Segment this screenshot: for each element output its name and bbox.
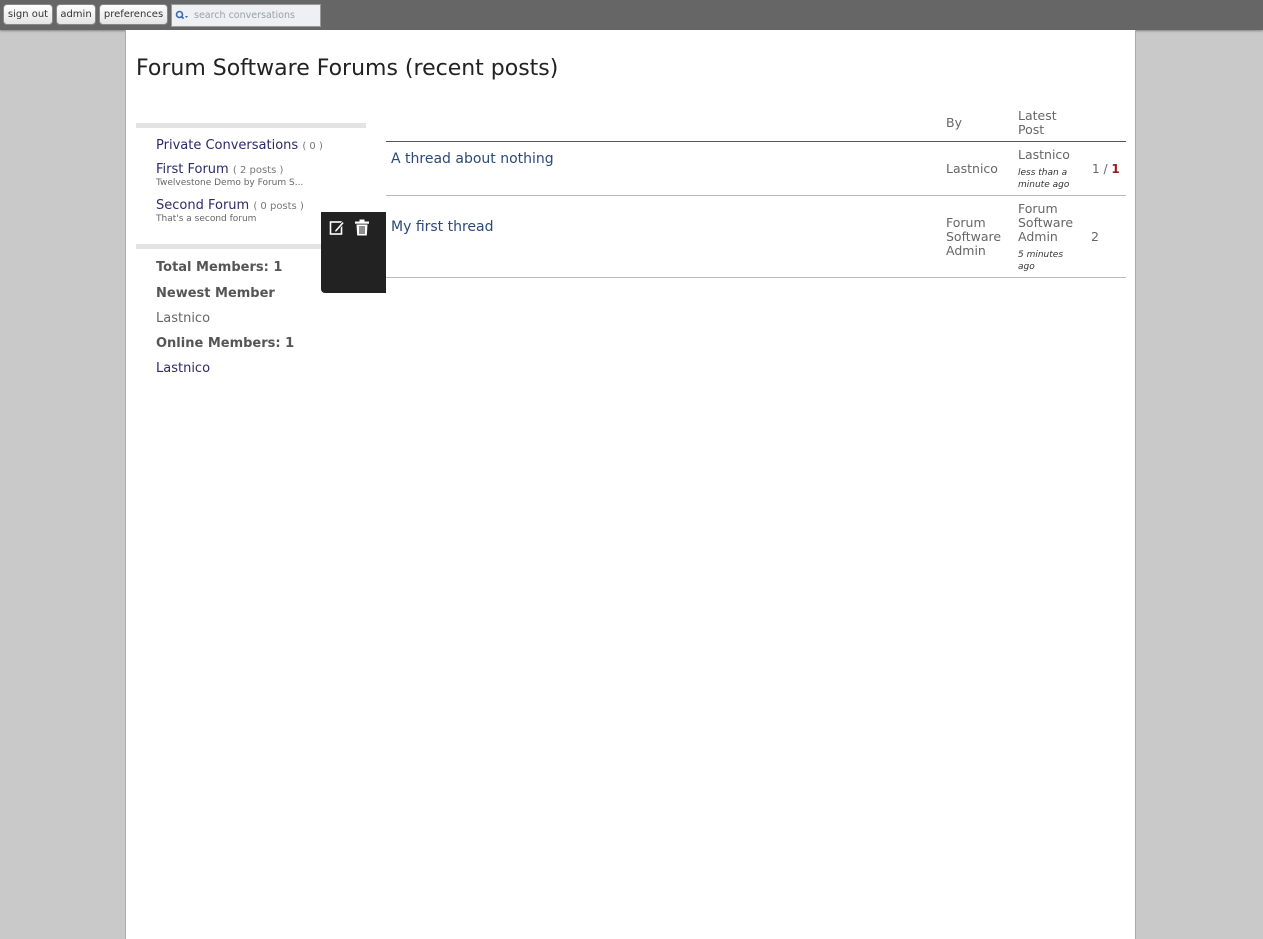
admin-button[interactable]: admin (56, 4, 96, 25)
pages-text: 1 / (1092, 162, 1108, 176)
forum-count: ( 0 ) (302, 141, 323, 152)
sidebar-divider (136, 123, 366, 128)
forum-name: First Forum (156, 162, 229, 177)
total-members: Total Members: 1 (156, 260, 283, 275)
latest-post-time: less than a minute ago (1018, 168, 1070, 190)
forum-count: ( 2 posts ) (232, 165, 284, 176)
online-member-link[interactable]: Lastnico (156, 361, 210, 376)
sign-out-button[interactable]: sign out (3, 4, 53, 25)
newest-member-label: Newest Member (156, 286, 275, 301)
newest-member: Lastnico (156, 311, 211, 326)
thread-title-link[interactable]: A thread about nothing (391, 151, 554, 167)
table-header-rule (386, 141, 1126, 142)
search-input[interactable] (190, 7, 320, 24)
latest-post-time: 5 minutes ago (1018, 250, 1064, 272)
thread-title-link[interactable]: My first thread (391, 219, 494, 235)
latest-post-author: Forum Software Admin (1018, 201, 1074, 244)
thread-toolbox (321, 212, 386, 293)
latest-post-author: Lastnico (1018, 147, 1070, 162)
forum-count: ( 0 posts ) (253, 201, 304, 212)
row-divider (386, 195, 1126, 196)
online-members: Online Members: 1 (156, 336, 295, 351)
forum-name: Private Conversations (156, 138, 299, 153)
thread-author: Forum Software Admin (946, 215, 1002, 258)
column-header-by: By (946, 115, 962, 130)
thread-pages: 1 / 1 (1092, 162, 1120, 176)
sidebar-forum-first-forum[interactable]: First Forum ( 2 posts ) (156, 162, 283, 177)
thread-author: Lastnico (946, 161, 998, 176)
forum-name: Second Forum (156, 198, 250, 213)
preferences-button[interactable]: preferences (99, 4, 168, 25)
page-title: Forum Software Forums (recent posts) (136, 56, 559, 81)
forum-description: That's a second forum (156, 214, 257, 224)
sidebar-forum-second-forum[interactable]: Second Forum ( 0 posts ) (156, 198, 304, 213)
current-page-link[interactable]: 1 (1111, 162, 1119, 176)
column-header-latest-post: Latest Post (1018, 108, 1057, 137)
sidebar-forum-private-conversations[interactable]: Private Conversations ( 0 ) (156, 138, 323, 153)
search-icon[interactable] (175, 10, 189, 22)
reply-count: 2 (1091, 229, 1099, 244)
edit-icon[interactable] (329, 219, 345, 236)
trash-icon[interactable] (354, 219, 370, 236)
search-box (171, 4, 321, 27)
row-divider (386, 277, 1126, 278)
forum-description: Twelvestone Demo by Forum S... (156, 178, 304, 188)
top-bar: sign out admin preferences (0, 0, 1263, 30)
